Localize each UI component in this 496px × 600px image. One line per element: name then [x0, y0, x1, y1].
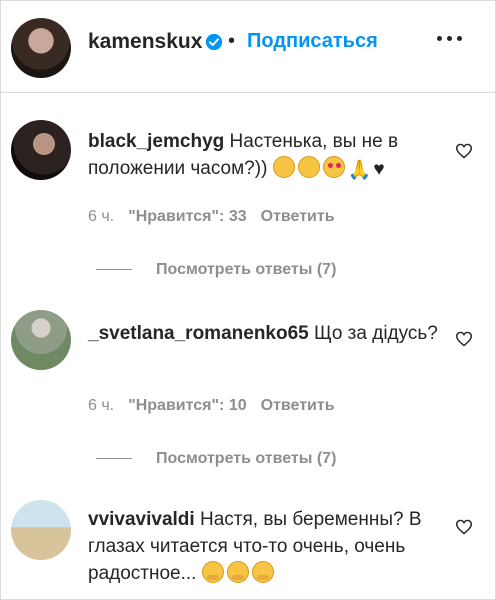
- more-options-icon[interactable]: [437, 36, 467, 41]
- view-replies-label: Посмотреть ответы (7): [156, 261, 337, 278]
- divider-line: [96, 269, 132, 271]
- hugging-face-icon: [226, 561, 249, 583]
- commenter-username[interactable]: black_jemchyg: [88, 131, 224, 152]
- reply-button[interactable]: Ответить: [261, 397, 335, 414]
- comment-text: black_jemchyg Настенька, вы не в положен…: [88, 128, 443, 184]
- smiling-face-icon: [297, 156, 320, 178]
- comment-time[interactable]: 6 ч.: [88, 397, 114, 414]
- smiling-face-icon: [272, 156, 295, 178]
- hugging-face-icon: [251, 561, 274, 583]
- comment-likes[interactable]: "Нравится": 33: [128, 208, 247, 225]
- author-avatar[interactable]: [11, 18, 71, 78]
- verified-badge-icon: [205, 33, 223, 51]
- commenter-avatar[interactable]: [11, 310, 71, 370]
- post-header: kamenskux • Подписаться: [0, 0, 496, 93]
- commenter-avatar[interactable]: [11, 120, 71, 180]
- view-replies-button[interactable]: Посмотреть ответы (7): [96, 450, 336, 468]
- divider-line: [96, 458, 132, 460]
- comment-meta: 6 ч. "Нравится": 33 Ответить: [88, 208, 335, 226]
- comment-likes[interactable]: "Нравится": 10: [128, 397, 247, 414]
- comment-body: Що за дідусь?: [314, 323, 438, 344]
- follow-button[interactable]: Подписаться: [247, 30, 378, 53]
- black-heart-icon: ♥: [373, 159, 385, 180]
- view-replies-label: Посмотреть ответы (7): [156, 450, 337, 467]
- comment-text: _svetlana_romanenko65 Що за дідусь?: [88, 320, 443, 347]
- heart-outline-icon[interactable]: [455, 143, 473, 159]
- comment-time[interactable]: 6 ч.: [88, 208, 114, 225]
- comment-text: vvivavivaldi Настя, вы беременны? В глаз…: [88, 506, 443, 587]
- heart-outline-icon[interactable]: [455, 331, 473, 347]
- separator-dot: •: [228, 30, 236, 52]
- view-replies-button[interactable]: Посмотреть ответы (7): [96, 261, 336, 279]
- commenter-username[interactable]: _svetlana_romanenko65: [88, 323, 309, 344]
- heart-eyes-face-icon: [322, 156, 345, 178]
- heart-outline-icon[interactable]: [455, 519, 473, 535]
- reply-button[interactable]: Ответить: [261, 208, 335, 225]
- commenter-avatar[interactable]: [11, 500, 71, 560]
- commenter-username[interactable]: vvivavivaldi: [88, 509, 195, 530]
- author-username[interactable]: kamenskux: [88, 30, 202, 54]
- folded-hands-icon: 🙏: [347, 160, 372, 181]
- comment-meta: 6 ч. "Нравится": 10 Ответить: [88, 397, 335, 415]
- hugging-face-icon: [201, 561, 224, 583]
